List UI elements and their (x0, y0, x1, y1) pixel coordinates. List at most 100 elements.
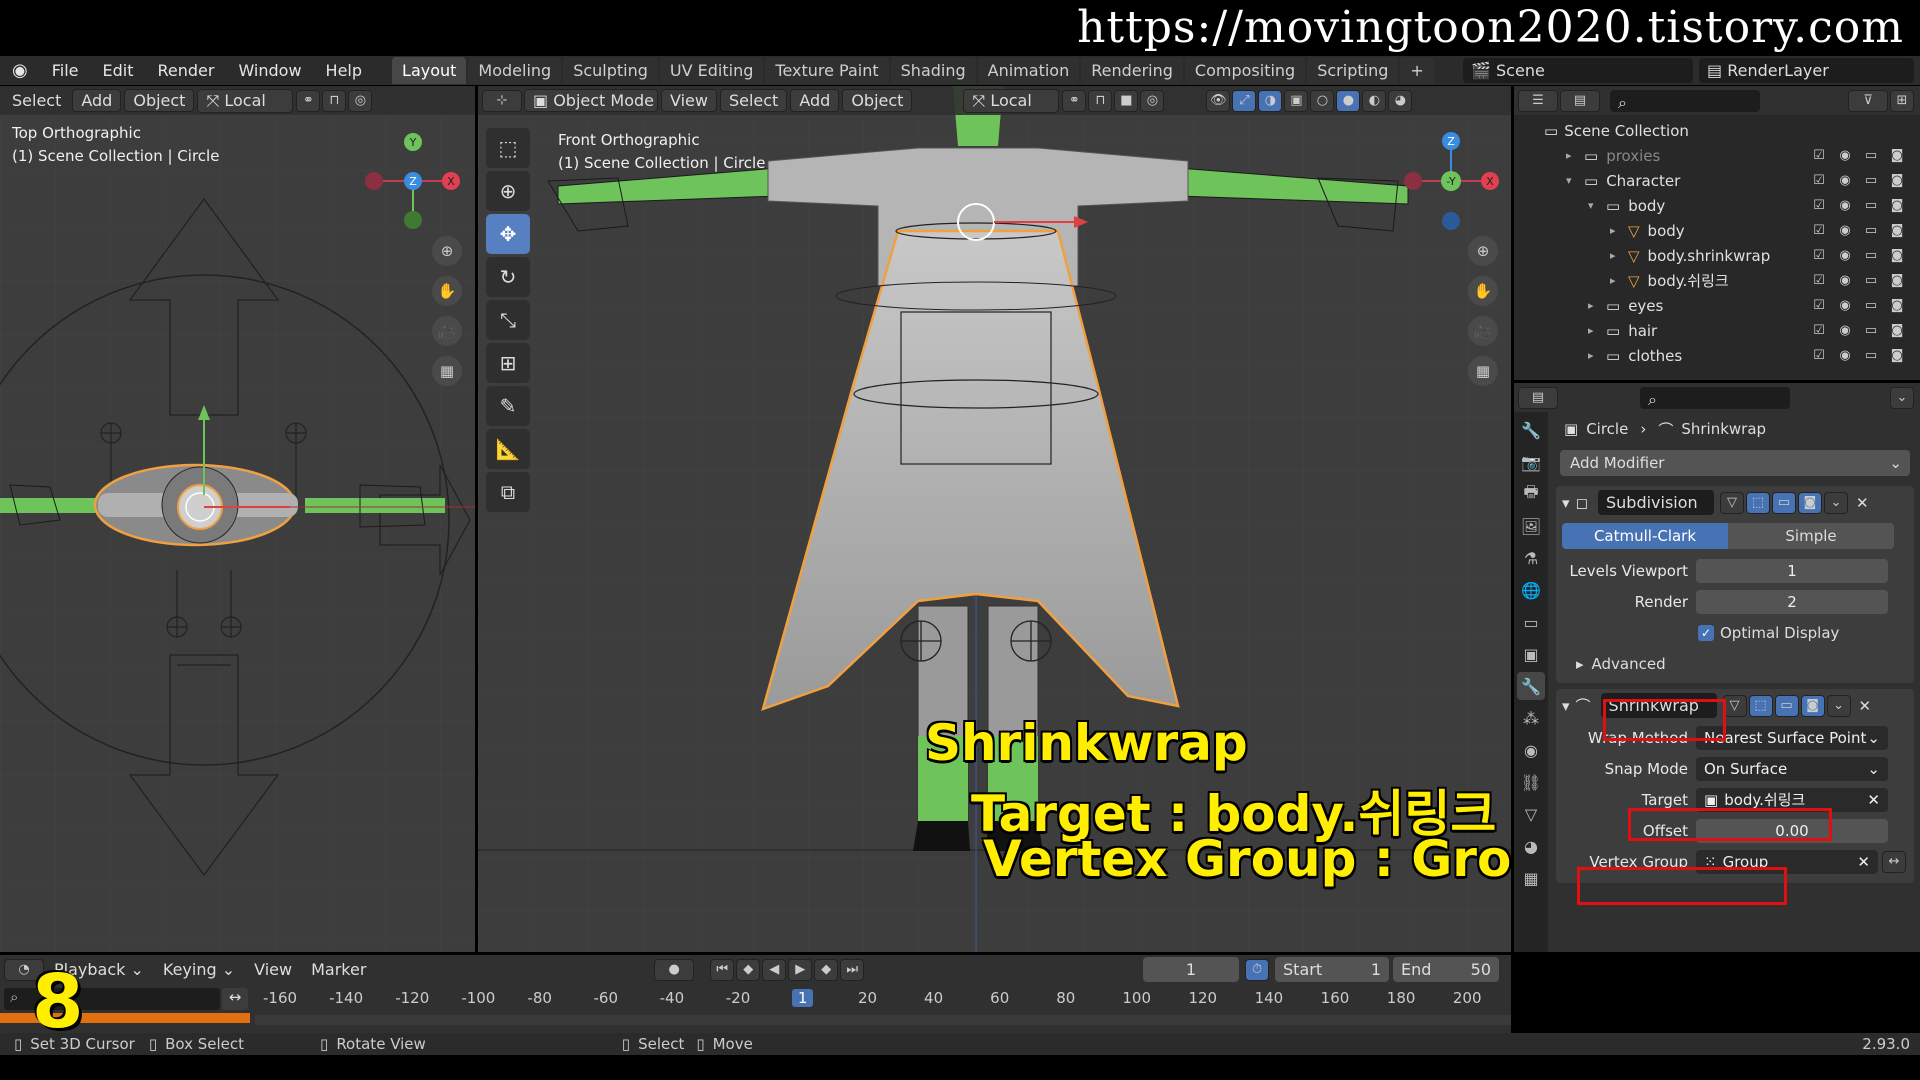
scene-tab-icon[interactable]: ⚗ (1517, 544, 1545, 572)
camera-render-icon[interactable]: ◙ (1884, 273, 1910, 288)
monitor-icon[interactable]: ▭ (1858, 248, 1884, 263)
monitor-icon[interactable]: ▭ (1858, 298, 1884, 313)
simple-button[interactable]: Simple (1728, 523, 1894, 549)
world-tab-icon[interactable]: 🌐 (1517, 576, 1545, 604)
optimal-display-checkbox[interactable]: ✓ (1698, 624, 1714, 641)
jump-end-icon[interactable]: ⏭ (840, 958, 865, 981)
monitor-icon[interactable]: ▭ (1858, 348, 1884, 363)
eye-icon[interactable]: ◉ (1832, 273, 1858, 288)
check-icon[interactable]: ☑ (1806, 323, 1832, 338)
main-grid-icon[interactable]: ▦ (1468, 356, 1498, 386)
material-tab-icon[interactable]: ◕ (1517, 832, 1545, 860)
main-select-menu[interactable]: Select (719, 89, 788, 112)
main-pan-hand-icon[interactable]: ✋ (1468, 276, 1498, 306)
snap-target-icon[interactable]: ■ (1114, 89, 1139, 112)
menu-render[interactable]: Render (145, 61, 226, 80)
eye-icon[interactable]: ◉ (1832, 348, 1858, 363)
monitor-icon[interactable]: ▭ (1858, 223, 1884, 238)
render-tab-icon[interactable]: 📷 (1517, 448, 1545, 476)
monitor-icon[interactable]: ▭ (1858, 323, 1884, 338)
main-view-menu[interactable]: View (661, 89, 717, 112)
shrinkwrap-collapse-icon[interactable]: ▾ (1562, 697, 1570, 715)
left-select-menu[interactable]: Select (4, 90, 69, 111)
tab-scripting[interactable]: Scripting (1307, 57, 1399, 84)
filter-icon[interactable]: ⊽ (1848, 89, 1888, 112)
shading-render-icon[interactable]: ◕ (1388, 89, 1413, 112)
monitor-icon[interactable]: ▭ (1858, 148, 1884, 163)
expand-triangle-icon[interactable]: ▾ (1588, 199, 1602, 212)
menu-edit[interactable]: Edit (91, 61, 146, 80)
snap-icon[interactable]: ⊓ (322, 89, 347, 112)
tab-layout[interactable]: Layout (392, 57, 467, 84)
render-levels-field[interactable]: 2 (1696, 589, 1888, 614)
left-viewport-canvas[interactable]: Y Z X (0, 115, 475, 952)
stopwatch-icon[interactable]: ⏱ (1245, 958, 1270, 981)
expand-triangle-icon[interactable]: ▸ (1588, 349, 1602, 362)
realtime-icon[interactable]: ▭ (1771, 491, 1796, 514)
camera-render-icon[interactable]: ◙ (1884, 148, 1910, 163)
tab-animation[interactable]: Animation (977, 57, 1080, 84)
editor-type-icon[interactable]: ⊹ (482, 89, 522, 112)
menu-file[interactable]: File (40, 61, 91, 80)
camera-render-icon[interactable]: ◙ (1884, 198, 1910, 213)
sw-editmode-icon[interactable]: ▽ (1722, 694, 1747, 717)
outliner-row[interactable]: ▾ ▭ body ☑ ◉ ▭ ◙ (1518, 193, 1916, 218)
sw-remove-modifier-icon[interactable]: ✕ (1859, 697, 1872, 715)
play-icon[interactable]: ▶ (788, 958, 813, 981)
editmode-icon[interactable]: ▽ (1719, 491, 1744, 514)
new-collection-icon[interactable]: ⊞ (1890, 89, 1914, 112)
zoom-icon[interactable]: ⊕ (432, 236, 462, 266)
data-tab-icon[interactable]: ▽ (1517, 800, 1545, 828)
pivot-point-icon[interactable]: ⚭ (1062, 89, 1087, 112)
check-icon[interactable]: ☑ (1806, 173, 1832, 188)
display-mode-icon[interactable]: ▤ (1560, 89, 1600, 112)
pivot-icon[interactable]: ⚭ (296, 89, 321, 112)
sw-realtime-icon[interactable]: ▭ (1774, 694, 1799, 717)
check-icon[interactable]: ☑ (1806, 248, 1832, 263)
visibility-icon[interactable]: 👁 (1206, 89, 1231, 112)
outliner-row[interactable]: ▸ ▭ proxies ☑ ◉ ▭ ◙ (1518, 143, 1916, 168)
tab-uv-editing[interactable]: UV Editing (659, 57, 764, 84)
play-reverse-icon[interactable]: ◀ (762, 958, 787, 981)
scene-selector[interactable]: 🎬 Scene (1463, 58, 1693, 83)
cursor-tool-icon[interactable]: ⊕ (486, 171, 530, 211)
object-tab-icon[interactable]: ▣ (1517, 640, 1545, 668)
camera-render-icon[interactable]: ◙ (1884, 298, 1910, 313)
check-icon[interactable]: ☑ (1806, 223, 1832, 238)
shading-wire-icon[interactable]: ○ (1310, 89, 1335, 112)
levels-viewport-field[interactable]: 1 (1696, 558, 1888, 583)
catmull-clark-button[interactable]: Catmull-Clark (1562, 523, 1728, 549)
timeline-swap-icon[interactable]: ↔ (222, 988, 248, 1010)
tool-tab-icon[interactable]: 🔧 (1517, 416, 1545, 444)
gizmo-icon[interactable]: ⤢ (1232, 89, 1257, 112)
monitor-icon[interactable]: ▭ (1858, 198, 1884, 213)
properties-options-icon[interactable]: ⌄ (1890, 386, 1914, 409)
properties-editor-icon[interactable]: ▤ (1518, 386, 1558, 409)
collection-tab-icon[interactable]: ▭ (1517, 608, 1545, 636)
snap-mode-select[interactable]: On Surface ⌄ (1696, 756, 1888, 781)
menu-help[interactable]: Help (314, 61, 374, 80)
camera-render-icon[interactable]: ◙ (1884, 323, 1910, 338)
transform-tool-icon[interactable]: ⊞ (486, 343, 530, 383)
add-modifier-button[interactable]: Add Modifier ⌄ (1560, 450, 1910, 476)
main-camera-icon[interactable]: 🎥 (1468, 316, 1498, 346)
eye-icon[interactable]: ◉ (1832, 298, 1858, 313)
left-viewport[interactable]: Select Add Object ⤧ Local ⚭ ⊓ ◎ Y Z X To… (0, 86, 475, 952)
scale-tool-icon[interactable]: ⤡ (486, 300, 530, 340)
check-icon[interactable]: ☑ (1806, 298, 1832, 313)
record-icon[interactable]: ● (654, 958, 695, 981)
render-icon[interactable]: ◙ (1797, 491, 1822, 514)
outliner-editor-icon[interactable]: ☰ (1518, 89, 1558, 112)
camera-render-icon[interactable]: ◙ (1884, 348, 1910, 363)
texture-tab-icon[interactable]: ▦ (1517, 864, 1545, 892)
current-frame-field[interactable]: 1 (1143, 957, 1240, 982)
snap-toggle-icon[interactable]: ⊓ (1088, 89, 1113, 112)
outliner-row[interactable]: ▸ ▭ clothes ☑ ◉ ▭ ◙ (1518, 343, 1916, 368)
sw-cage-icon[interactable]: ⬚ (1748, 694, 1773, 717)
select-box-tool-icon[interactable]: ⬚ (486, 128, 530, 168)
jump-start-icon[interactable]: ⏮ (710, 958, 735, 981)
check-icon[interactable]: ☑ (1806, 148, 1832, 163)
start-frame-field[interactable]: Start 1 (1275, 957, 1390, 982)
expand-triangle-icon[interactable]: ▸ (1566, 149, 1580, 162)
left-add-menu[interactable]: Add (72, 89, 122, 112)
